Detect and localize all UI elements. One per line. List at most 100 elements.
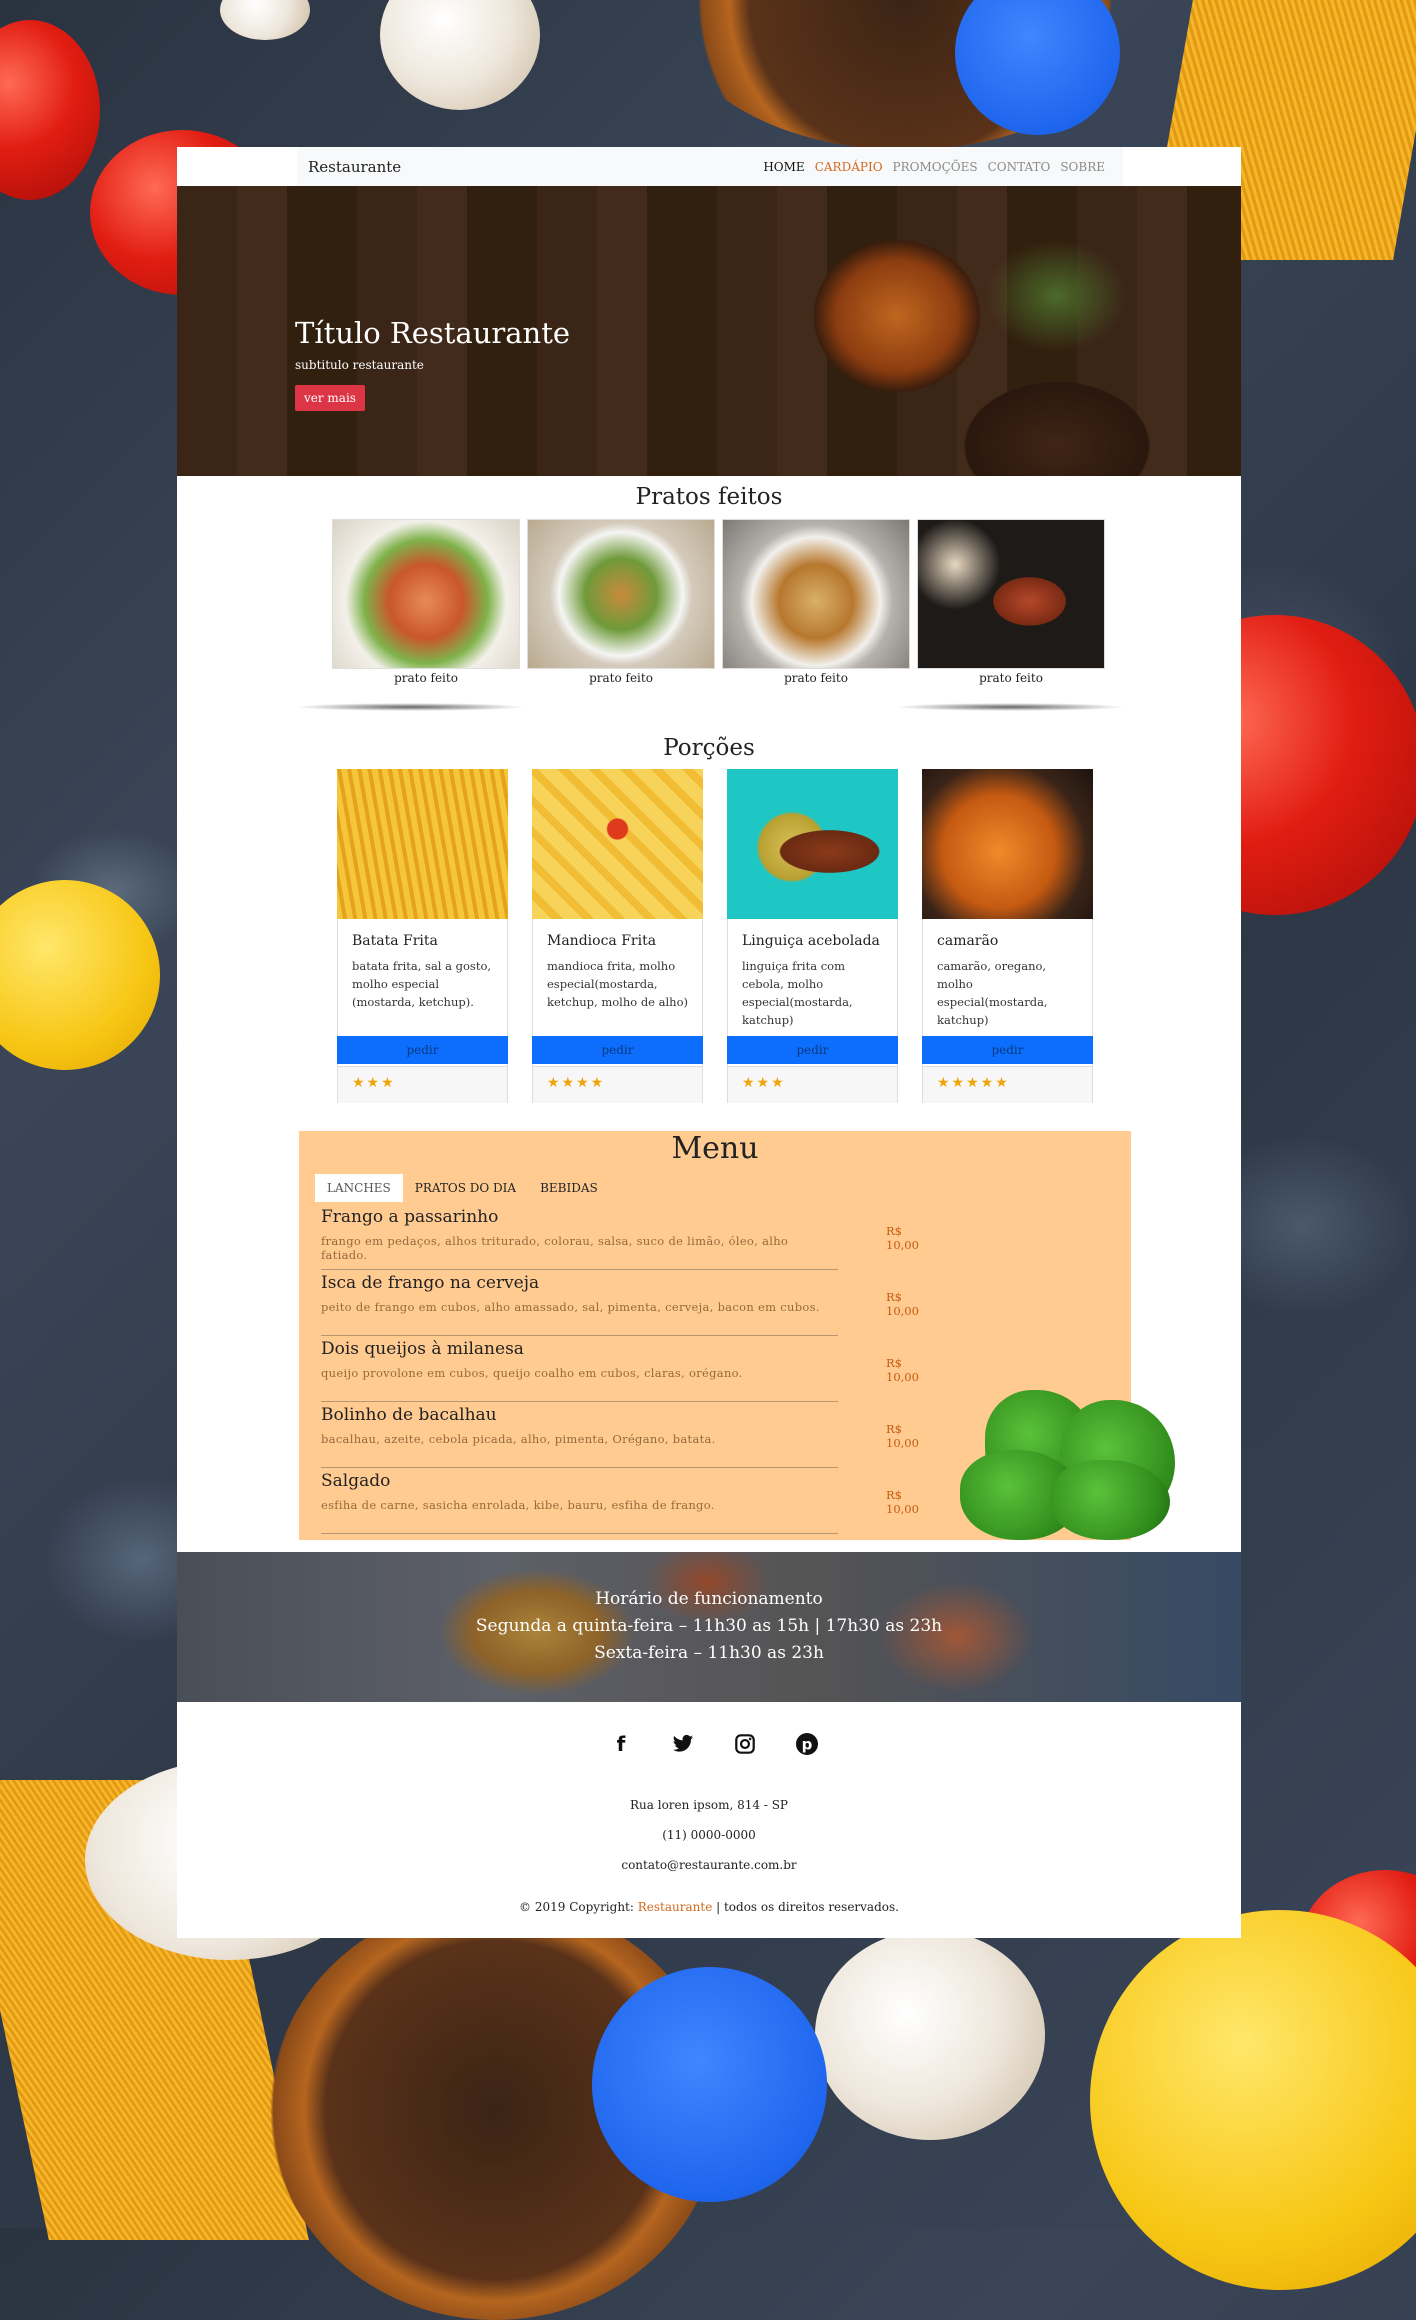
card-footer: ★★★★ <box>533 1066 702 1103</box>
porcao-card: Batata Frita batata frita, sal a gosto, … <box>337 769 508 1103</box>
svg-text:p: p <box>802 1736 813 1754</box>
menu-item-price: R$ 10,00 <box>886 1422 919 1450</box>
prato-card[interactable]: prato feito <box>332 519 520 685</box>
prato-caption: prato feito <box>394 671 458 685</box>
section-divider-shadow <box>895 703 1125 711</box>
opening-hours-line: Sexta-feira – 11h30 as 23h <box>594 1643 824 1663</box>
rating-stars: ★★★ <box>742 1075 786 1091</box>
porcao-image <box>532 769 703 919</box>
menu-item: Dois queijos à milanesa queijo provolone… <box>321 1339 919 1402</box>
garlic-decoration <box>815 1930 1045 2140</box>
footer-copyright: © 2019 Copyright: Restaurante | todos os… <box>177 1900 1241 1914</box>
website-page: Restaurante HOME CARDÁPIO PROMOÇÕES CONT… <box>177 147 1241 1938</box>
porcao-image <box>337 769 508 919</box>
porcao-image <box>727 769 898 919</box>
porcao-name: Linguiça acebolada <box>742 933 880 949</box>
footer-phone: (11) 0000-0000 <box>662 1828 756 1842</box>
brand-logo[interactable]: Restaurante <box>308 158 401 176</box>
menu-tabs: LANCHES PRATOS DO DIA BEBIDAS <box>315 1174 610 1202</box>
nav-item-promocoes[interactable]: PROMOÇÕES <box>893 160 978 174</box>
twitter-icon[interactable] <box>669 1730 697 1758</box>
menu-item-name: Isca de frango na cerveja <box>321 1273 540 1293</box>
emoji-decoration <box>0 880 160 1070</box>
hero-banner: Título Restaurante subtitulo restaurante… <box>177 186 1241 476</box>
card-footer: ★★★★★ <box>923 1066 1092 1103</box>
menu-item: Salgado esfiha de carne, sasicha enrolad… <box>321 1471 919 1534</box>
prato-image <box>917 519 1105 669</box>
garlic-decoration <box>220 0 310 40</box>
emoji-decoration <box>1090 1910 1416 2290</box>
menu-item-name: Dois queijos à milanesa <box>321 1339 524 1359</box>
menu-item-price: R$ 10,00 <box>886 1290 919 1318</box>
menu-item-price: R$ 10,00 <box>886 1224 919 1252</box>
menu-item-description: frango em pedaços, alhos triturado, colo… <box>321 1234 789 1262</box>
porcao-card: Linguiça acebolada linguiça frita com ce… <box>727 769 898 1103</box>
section-divider-shadow <box>295 703 525 711</box>
porcao-card: camarão camarão, oregano, molho especial… <box>922 769 1093 1103</box>
pratos-section-title: Pratos feitos <box>635 484 783 510</box>
opening-hours-banner: Horário de funcionamento Segunda a quint… <box>177 1552 1241 1702</box>
porcao-description: linguiça frita com cebola, molho especia… <box>742 959 853 1027</box>
menu-item-description: peito de frango em cubos, alho amassado,… <box>321 1300 820 1314</box>
porcao-name: Batata Frita <box>352 933 438 949</box>
pedir-button[interactable]: pedir <box>727 1036 898 1064</box>
footer-address: Rua loren ipsom, 814 - SP <box>630 1798 788 1812</box>
nav-item-cardapio[interactable]: CARDÁPIO <box>815 160 883 174</box>
prato-card[interactable]: prato feito <box>917 519 1105 685</box>
menu-item-name: Frango a passarinho <box>321 1207 499 1227</box>
opening-hours-line: Segunda a quinta-feira – 11h30 as 15h | … <box>475 1616 943 1636</box>
porcao-description: batata frita, sal a gosto, molho especia… <box>352 959 492 1009</box>
porcao-card: Mandioca Frita mandioca frita, molho esp… <box>532 769 703 1103</box>
hero-title: Título Restaurante <box>295 316 571 350</box>
rating-stars: ★★★★ <box>547 1075 606 1091</box>
porcao-description: mandioca frita, molho especial(mostarda,… <box>547 959 688 1009</box>
footer-email[interactable]: contato@restaurante.com.br <box>177 1858 1241 1872</box>
garlic-decoration <box>380 0 540 110</box>
nav-item-sobre[interactable]: SOBRE <box>1060 160 1105 174</box>
menu-item-name: Salgado <box>321 1471 391 1491</box>
like-thumb-decoration <box>592 1967 827 2202</box>
pedir-button[interactable]: pedir <box>532 1036 703 1064</box>
tab-lanches[interactable]: LANCHES <box>315 1174 403 1202</box>
pedir-button[interactable]: pedir <box>337 1036 508 1064</box>
prato-card[interactable]: prato feito <box>722 519 910 685</box>
card-footer: ★★★ <box>338 1066 507 1103</box>
porcao-description: camarão, oregano, molho especial(mostard… <box>937 959 1048 1027</box>
menu-title: Menu <box>671 1131 759 1166</box>
menu-item-price: R$ 10,00 <box>886 1356 919 1384</box>
tomato-decoration <box>0 20 100 200</box>
navbar: Restaurante HOME CARDÁPIO PROMOÇÕES CONT… <box>297 147 1123 186</box>
menu-item: Bolinho de bacalhau bacalhau, azeite, ce… <box>321 1405 919 1468</box>
pinterest-icon[interactable]: p <box>793 1730 821 1758</box>
facebook-icon[interactable]: f <box>607 1730 635 1758</box>
ver-mais-button[interactable]: ver mais <box>295 385 365 411</box>
nav-item-home[interactable]: HOME <box>763 160 804 174</box>
hero-content: Título Restaurante subtitulo restaurante… <box>295 316 570 411</box>
prato-image <box>527 519 715 669</box>
menu-item-price: R$ 10,00 <box>886 1488 919 1516</box>
copyright-brand-link[interactable]: Restaurante <box>638 1900 713 1914</box>
copyright-prefix: © 2019 Copyright: <box>519 1900 634 1914</box>
menu-item: Frango a passarinho frango em pedaços, a… <box>321 1207 919 1270</box>
tab-bebidas[interactable]: BEBIDAS <box>528 1174 610 1202</box>
instagram-icon[interactable] <box>731 1730 759 1758</box>
porcoes-section-title: Porções <box>663 735 755 761</box>
prato-image <box>332 519 520 669</box>
rating-stars: ★★★★★ <box>937 1075 1010 1091</box>
prato-image <box>722 519 910 669</box>
porcao-name: camarão <box>937 933 999 949</box>
cilantro-decoration <box>1050 1460 1170 1540</box>
social-links: f p <box>607 1730 821 1758</box>
prato-caption: prato feito <box>784 671 848 685</box>
prato-caption: prato feito <box>589 671 653 685</box>
prato-card[interactable]: prato feito <box>527 519 715 685</box>
opening-hours-text: Horário de funcionamento Segunda a quint… <box>177 1586 1241 1667</box>
tab-pratos-do-dia[interactable]: PRATOS DO DIA <box>403 1174 528 1202</box>
menu-item-name: Bolinho de bacalhau <box>321 1405 497 1425</box>
rating-stars: ★★★ <box>352 1075 396 1091</box>
hero-subtitle: subtitulo restaurante <box>295 358 424 372</box>
pedir-button[interactable]: pedir <box>922 1036 1093 1064</box>
menu-item: Isca de frango na cerveja peito de frang… <box>321 1273 919 1336</box>
nav-item-contato[interactable]: CONTATO <box>988 160 1051 174</box>
porcao-name: Mandioca Frita <box>547 933 657 949</box>
